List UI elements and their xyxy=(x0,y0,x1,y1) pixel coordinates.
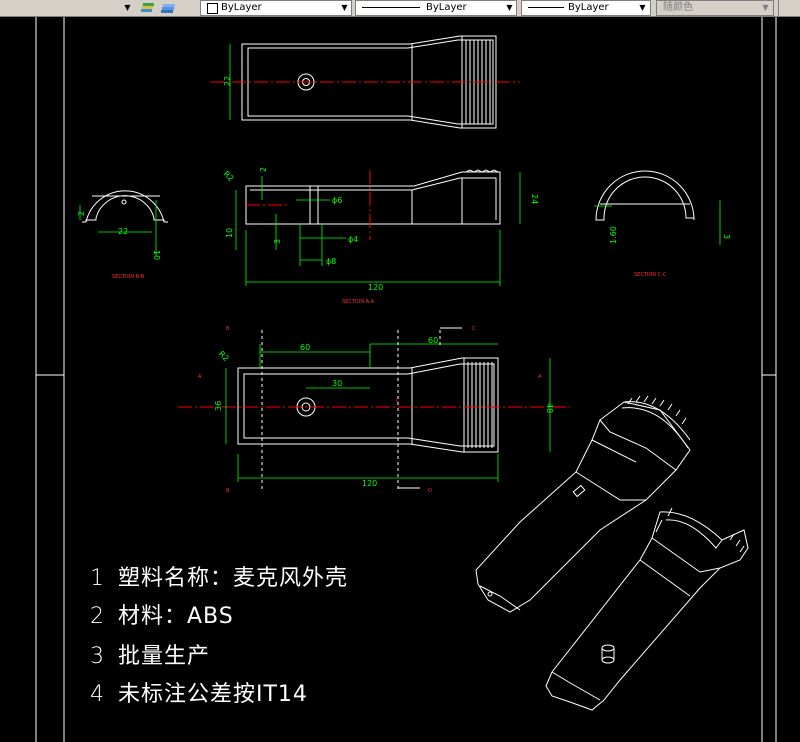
dim-1-60-cc: 1.60 xyxy=(609,226,618,244)
cut-label-a-right: A xyxy=(538,374,542,380)
dim-120-mid: 120 xyxy=(368,283,383,292)
cut-label-c-center: C xyxy=(396,398,400,404)
dim-r2-bottom: R2 xyxy=(217,349,231,363)
layer-states-icon[interactable] xyxy=(160,1,176,15)
note-4-number: 4 xyxy=(90,682,105,707)
linetype-label: ByLayer xyxy=(426,2,467,13)
top-view: 22 xyxy=(210,35,520,129)
dim-2: 2 xyxy=(259,167,268,172)
dim-22-top: 22 xyxy=(223,76,232,86)
note-2-text: 材料：ABS xyxy=(118,604,234,629)
dim-60-left: 60 xyxy=(300,343,310,352)
section-b-b: 22 10 2 SECTION B-B xyxy=(77,190,168,280)
dim-120-bottom: 120 xyxy=(362,479,377,488)
section-c-c: 1.60 3 SECTION C-C xyxy=(594,170,731,278)
dim-3-cc: 3 xyxy=(722,234,731,239)
dim-phi4: ϕ4 xyxy=(348,235,358,244)
drawing-frame xyxy=(35,17,777,742)
dim-2-bb: 2 xyxy=(77,211,86,216)
plotstyle-control[interactable]: 随颜色 xyxy=(656,0,774,16)
dim-30: 30 xyxy=(332,379,342,388)
isometric-view xyxy=(475,395,749,711)
dim-phi6: ϕ6 xyxy=(332,196,342,205)
lineweight-label: ByLayer xyxy=(568,2,609,13)
lineweight-preview xyxy=(528,7,564,8)
color-label: ByLayer xyxy=(221,2,262,13)
dim-24: 24 xyxy=(530,194,539,204)
linetype-dropdown-arrow[interactable]: ▼ xyxy=(503,1,516,14)
color-dropdown-arrow[interactable]: ▼ xyxy=(338,1,351,14)
lineweight-dropdown-arrow[interactable]: ▼ xyxy=(636,1,649,14)
section-a-a: 120 24 10 R2 2 3 ϕ6 ϕ4 ϕ8 SECTION A-A xyxy=(222,167,539,305)
dim-r2-top: R2 xyxy=(222,169,236,183)
dim-22-bb: 22 xyxy=(118,227,128,236)
note-1: 1 塑料名称：麦克风外壳 xyxy=(90,560,348,592)
dim-10-bb: 10 xyxy=(152,250,161,260)
color-control[interactable]: ByLayer xyxy=(200,0,352,16)
section-a-a-label: SECTION A-A xyxy=(342,299,375,305)
plotstyle-label: 随颜色 xyxy=(663,2,693,13)
note-4-text: 未标注公差按IT14 xyxy=(118,682,308,707)
linetype-preview xyxy=(362,7,420,8)
thread-lines-bottom xyxy=(467,362,493,448)
bottom-view: 60 60 30 36 48 120 R2 B B C C D A A xyxy=(178,326,570,494)
note-2: 2 材料：ABS xyxy=(90,598,234,630)
dim-10: 10 xyxy=(225,228,234,238)
note-1-number: 1 xyxy=(90,566,105,591)
layer-dropdown-arrow[interactable]: ▼ xyxy=(121,1,134,14)
toolbar-scroll-right[interactable] xyxy=(778,0,800,16)
note-4: 4 未标注公差按IT14 xyxy=(90,676,308,708)
note-1-text: 塑料名称：麦克风外壳 xyxy=(118,566,349,591)
cut-label-c-top: C xyxy=(472,326,476,332)
note-3: 3 批量生产 xyxy=(90,638,210,670)
note-3-text: 批量生产 xyxy=(118,644,211,669)
cut-label-d: D xyxy=(428,488,432,494)
layer-previous-icon[interactable] xyxy=(139,1,155,15)
note-3-number: 3 xyxy=(90,644,105,669)
section-c-c-label: SECTION C-C xyxy=(634,272,667,278)
note-2-number: 2 xyxy=(90,604,105,629)
dim-phi8: ϕ8 xyxy=(326,257,336,266)
cut-label-a-left: A xyxy=(198,374,202,380)
cut-label-b-top: B xyxy=(226,326,230,332)
plotstyle-dropdown-arrow[interactable]: ▼ xyxy=(759,1,772,14)
linetype-control[interactable]: ByLayer xyxy=(355,0,517,16)
dim-60-right: 60 xyxy=(428,336,438,345)
section-b-b-label: SECTION B-B xyxy=(112,274,145,280)
color-swatch xyxy=(207,3,218,14)
cut-label-b-bottom: B xyxy=(226,488,230,494)
properties-toolbar: ▼ ByLayer ▼ ByLayer ▼ ByLayer ▼ 随颜色 ▼ xyxy=(0,0,800,17)
drawing-canvas[interactable]: .w { stroke:#fff; fill:none; stroke-widt… xyxy=(0,17,800,742)
dim-3: 3 xyxy=(273,239,282,244)
dim-36: 36 xyxy=(214,401,223,411)
dim-48: 48 xyxy=(545,403,554,413)
lineweight-control[interactable]: ByLayer xyxy=(521,0,651,16)
